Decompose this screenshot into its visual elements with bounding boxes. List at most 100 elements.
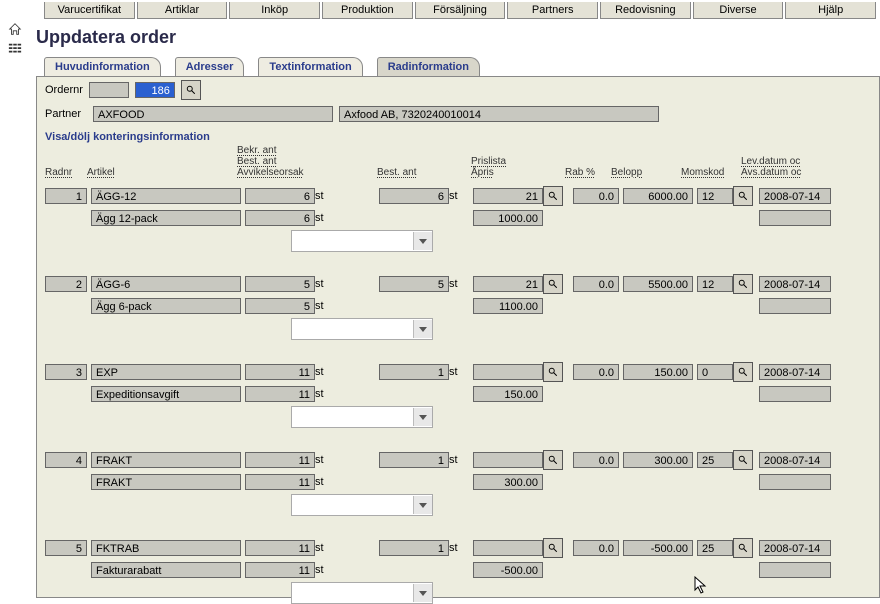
- radnr-field[interactable]: 5: [45, 540, 87, 556]
- belopp-field[interactable]: 5500.00: [623, 276, 693, 292]
- rab-field[interactable]: 0.0: [573, 452, 619, 468]
- ordernr-field-prefix[interactable]: [89, 82, 129, 98]
- prislista-field[interactable]: 21: [473, 276, 543, 292]
- momskod-field[interactable]: 25: [697, 540, 733, 556]
- belopp-field[interactable]: -500.00: [623, 540, 693, 556]
- artikel-field[interactable]: ÄGG-6: [91, 276, 241, 292]
- prislista-field[interactable]: [473, 364, 543, 380]
- belopp-field[interactable]: 150.00: [623, 364, 693, 380]
- apris-field[interactable]: 1000.00: [473, 210, 543, 226]
- menu-redovisning[interactable]: Redovisning: [600, 2, 691, 19]
- levdatum-field[interactable]: 2008-07-14: [759, 540, 831, 556]
- momskod-field[interactable]: 12: [697, 188, 733, 204]
- bestant-field[interactable]: 11: [245, 474, 315, 490]
- best-field[interactable]: 1: [379, 452, 449, 468]
- momskod-lookup[interactable]: [733, 274, 753, 294]
- rab-field[interactable]: 0.0: [573, 540, 619, 556]
- momskod-field[interactable]: 12: [697, 276, 733, 292]
- prislista-lookup[interactable]: [543, 274, 563, 294]
- artikel-desc-field[interactable]: Expeditionsavgift: [91, 386, 241, 402]
- avvikelse-select[interactable]: [291, 582, 433, 604]
- prislista-lookup[interactable]: [543, 538, 563, 558]
- artikel-desc-field[interactable]: FRAKT: [91, 474, 241, 490]
- apris-field[interactable]: 300.00: [473, 474, 543, 490]
- rows-icon[interactable]: [8, 42, 22, 56]
- bekr-field[interactable]: 11: [245, 364, 315, 380]
- avsdatum-field[interactable]: [759, 210, 831, 226]
- radnr-field[interactable]: 2: [45, 276, 87, 292]
- tab-radinformation[interactable]: Radinformation: [377, 57, 480, 76]
- momskod-lookup[interactable]: [733, 186, 753, 206]
- tab-adresser[interactable]: Adresser: [175, 57, 245, 76]
- levdatum-field[interactable]: 2008-07-14: [759, 364, 831, 380]
- menu-produktion[interactable]: Produktion: [322, 2, 413, 19]
- momskod-field[interactable]: 0: [697, 364, 733, 380]
- avvikelse-select[interactable]: [291, 406, 433, 428]
- radnr-field[interactable]: 3: [45, 364, 87, 380]
- momskod-lookup[interactable]: [733, 538, 753, 558]
- avsdatum-field[interactable]: [759, 562, 831, 578]
- chevron-down-icon[interactable]: [413, 320, 432, 338]
- avsdatum-field[interactable]: [759, 386, 831, 402]
- ordernr-field[interactable]: 186: [135, 82, 175, 98]
- prislista-field[interactable]: [473, 452, 543, 468]
- momskod-lookup[interactable]: [733, 450, 753, 470]
- rab-field[interactable]: 0.0: [573, 188, 619, 204]
- menu-partners[interactable]: Partners: [507, 2, 598, 19]
- levdatum-field[interactable]: 2008-07-14: [759, 188, 831, 204]
- menu-varucertifikat[interactable]: Varucertifikat: [44, 2, 135, 19]
- prislista-field[interactable]: [473, 540, 543, 556]
- chevron-down-icon[interactable]: [413, 408, 432, 426]
- best-field[interactable]: 6: [379, 188, 449, 204]
- levdatum-field[interactable]: 2008-07-14: [759, 276, 831, 292]
- menu-inkop[interactable]: Inköp: [229, 2, 320, 19]
- artikel-field[interactable]: ÄGG-12: [91, 188, 241, 204]
- prislista-lookup[interactable]: [543, 186, 563, 206]
- artikel-field[interactable]: FRAKT: [91, 452, 241, 468]
- rab-field[interactable]: 0.0: [573, 276, 619, 292]
- avvikelse-select[interactable]: [291, 494, 433, 516]
- menu-hjalp[interactable]: Hjälp: [785, 2, 876, 19]
- chevron-down-icon[interactable]: [413, 584, 432, 602]
- prislista-lookup[interactable]: [543, 362, 563, 382]
- bekr-field[interactable]: 11: [245, 540, 315, 556]
- bekr-field[interactable]: 5: [245, 276, 315, 292]
- avvikelse-select[interactable]: [291, 318, 433, 340]
- bestant-field[interactable]: 11: [245, 386, 315, 402]
- bestant-field[interactable]: 5: [245, 298, 315, 314]
- avsdatum-field[interactable]: [759, 474, 831, 490]
- home-icon[interactable]: [8, 22, 22, 36]
- apris-field[interactable]: -500.00: [473, 562, 543, 578]
- tab-textinformation[interactable]: Textinformation: [258, 57, 362, 76]
- rab-field[interactable]: 0.0: [573, 364, 619, 380]
- prislista-lookup[interactable]: [543, 450, 563, 470]
- tab-huvudinformation[interactable]: Huvudinformation: [44, 57, 161, 76]
- bestant-field[interactable]: 6: [245, 210, 315, 226]
- best-field[interactable]: 1: [379, 540, 449, 556]
- artikel-desc-field[interactable]: Ägg 12-pack: [91, 210, 241, 226]
- bekr-field[interactable]: 6: [245, 188, 315, 204]
- best-field[interactable]: 1: [379, 364, 449, 380]
- radnr-field[interactable]: 1: [45, 188, 87, 204]
- best-field[interactable]: 5: [379, 276, 449, 292]
- partner-code-field[interactable]: AXFOOD: [93, 106, 333, 122]
- belopp-field[interactable]: 6000.00: [623, 188, 693, 204]
- apris-field[interactable]: 150.00: [473, 386, 543, 402]
- momskod-lookup[interactable]: [733, 362, 753, 382]
- apris-field[interactable]: 1100.00: [473, 298, 543, 314]
- menu-forsaljning[interactable]: Försäljning: [415, 2, 506, 19]
- radnr-field[interactable]: 4: [45, 452, 87, 468]
- avsdatum-field[interactable]: [759, 298, 831, 314]
- menu-artiklar[interactable]: Artiklar: [137, 2, 228, 19]
- artikel-desc-field[interactable]: Fakturarabatt: [91, 562, 241, 578]
- chevron-down-icon[interactable]: [413, 232, 432, 250]
- block-title[interactable]: Visa/dölj konteringsinformation: [37, 125, 879, 145]
- bestant-field[interactable]: 11: [245, 562, 315, 578]
- artikel-field[interactable]: EXP: [91, 364, 241, 380]
- prislista-field[interactable]: 21: [473, 188, 543, 204]
- ordernr-lookup[interactable]: [181, 80, 201, 100]
- belopp-field[interactable]: 300.00: [623, 452, 693, 468]
- avvikelse-select[interactable]: [291, 230, 433, 252]
- levdatum-field[interactable]: 2008-07-14: [759, 452, 831, 468]
- chevron-down-icon[interactable]: [413, 496, 432, 514]
